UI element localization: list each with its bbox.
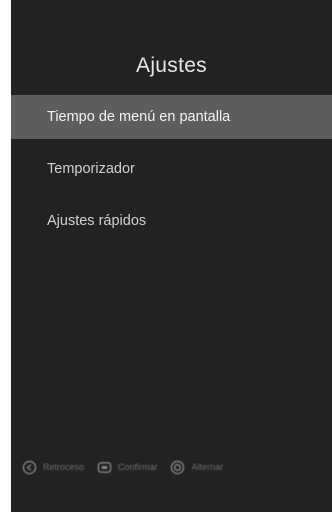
menu-item-label: Ajustes rápidos (47, 213, 147, 229)
menu-item-quick-settings[interactable]: Ajustes rápidos (11, 199, 332, 243)
hint-back: Retroceso (21, 459, 84, 475)
hint-toggle-label: Alternar (191, 462, 224, 472)
hint-confirm: Confirmar (96, 459, 158, 475)
button-hint-bar: Retroceso Confirmar Alternar (21, 452, 332, 482)
menu-item-label: Temporizador (47, 161, 135, 177)
settings-panel: Ajustes Tiempo de menú en pantalla Tempo… (11, 0, 332, 512)
settings-menu: Tiempo de menú en pantalla Temporizador … (11, 95, 332, 251)
hint-back-label: Retroceso (43, 462, 85, 472)
directional-pad-icon (170, 459, 186, 475)
panel-title: Ajustes (136, 54, 207, 77)
hint-confirm-label: Confirmar (118, 462, 158, 472)
hint-toggle: Alternar (170, 459, 224, 475)
menu-item-timer[interactable]: Temporizador (11, 147, 332, 191)
menu-item-label: Tiempo de menú en pantalla (47, 109, 231, 125)
menu-item-onscreen-menu-time[interactable]: Tiempo de menú en pantalla (11, 95, 332, 139)
back-circle-icon (21, 459, 37, 475)
menu-button-icon (96, 459, 112, 475)
